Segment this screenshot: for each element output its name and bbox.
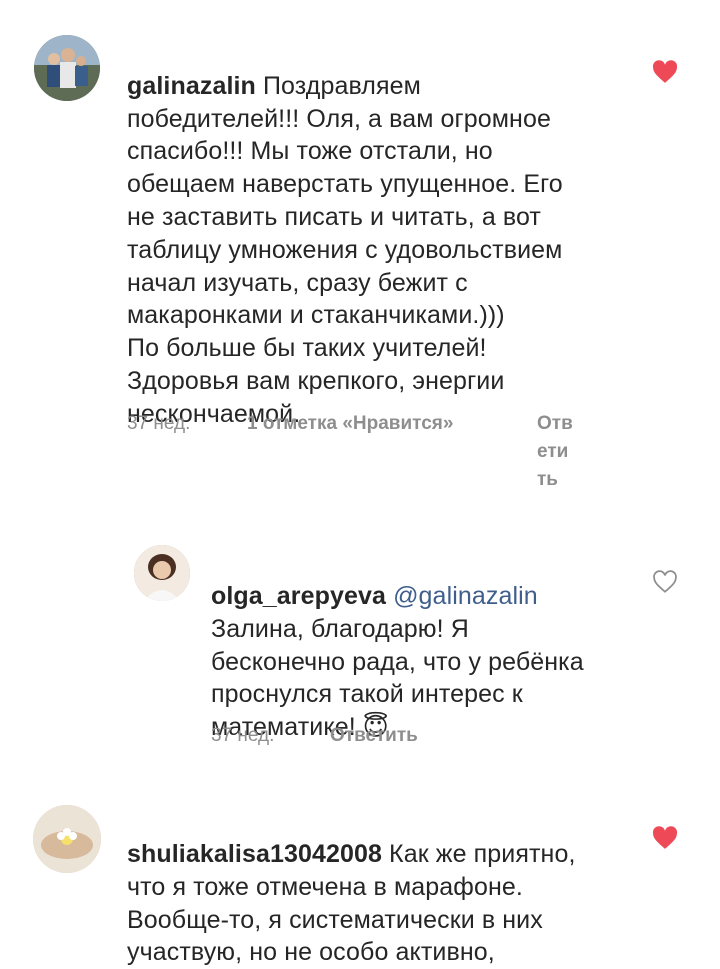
comment-body: что я тоже отмечена в марафоне. Вообще-т… [127,872,543,967]
reply-button[interactable]: Отв ети ть [537,410,573,494]
avatar[interactable] [33,805,101,873]
comment-time: 37 нед. [127,413,191,434]
avatar[interactable] [34,35,100,101]
likes-count[interactable]: 1 отметка «Нравится» [247,410,453,438]
comment-body: победителей!!! Оля, а вам огромное спаси… [127,104,563,428]
avatar-photo [134,545,190,601]
reply-text: Залина, благодарю! Я бесконечно рада, чт… [211,580,651,744]
comment-text: что я тоже отмечена в марафоне. Вообще-т… [127,838,647,969]
comment-text: победителей!!! Оля, а вам огромное спаси… [127,70,647,431]
heart-filled-icon[interactable] [652,60,678,84]
avatar-photo [34,35,100,101]
heart-filled-icon[interactable] [652,826,678,850]
avatar[interactable] [134,545,190,601]
reply-button[interactable]: Ответить [330,722,418,750]
reply-time: 37 нед. [211,725,275,746]
avatar-photo [33,805,101,873]
heart-outline-icon[interactable] [652,570,678,594]
